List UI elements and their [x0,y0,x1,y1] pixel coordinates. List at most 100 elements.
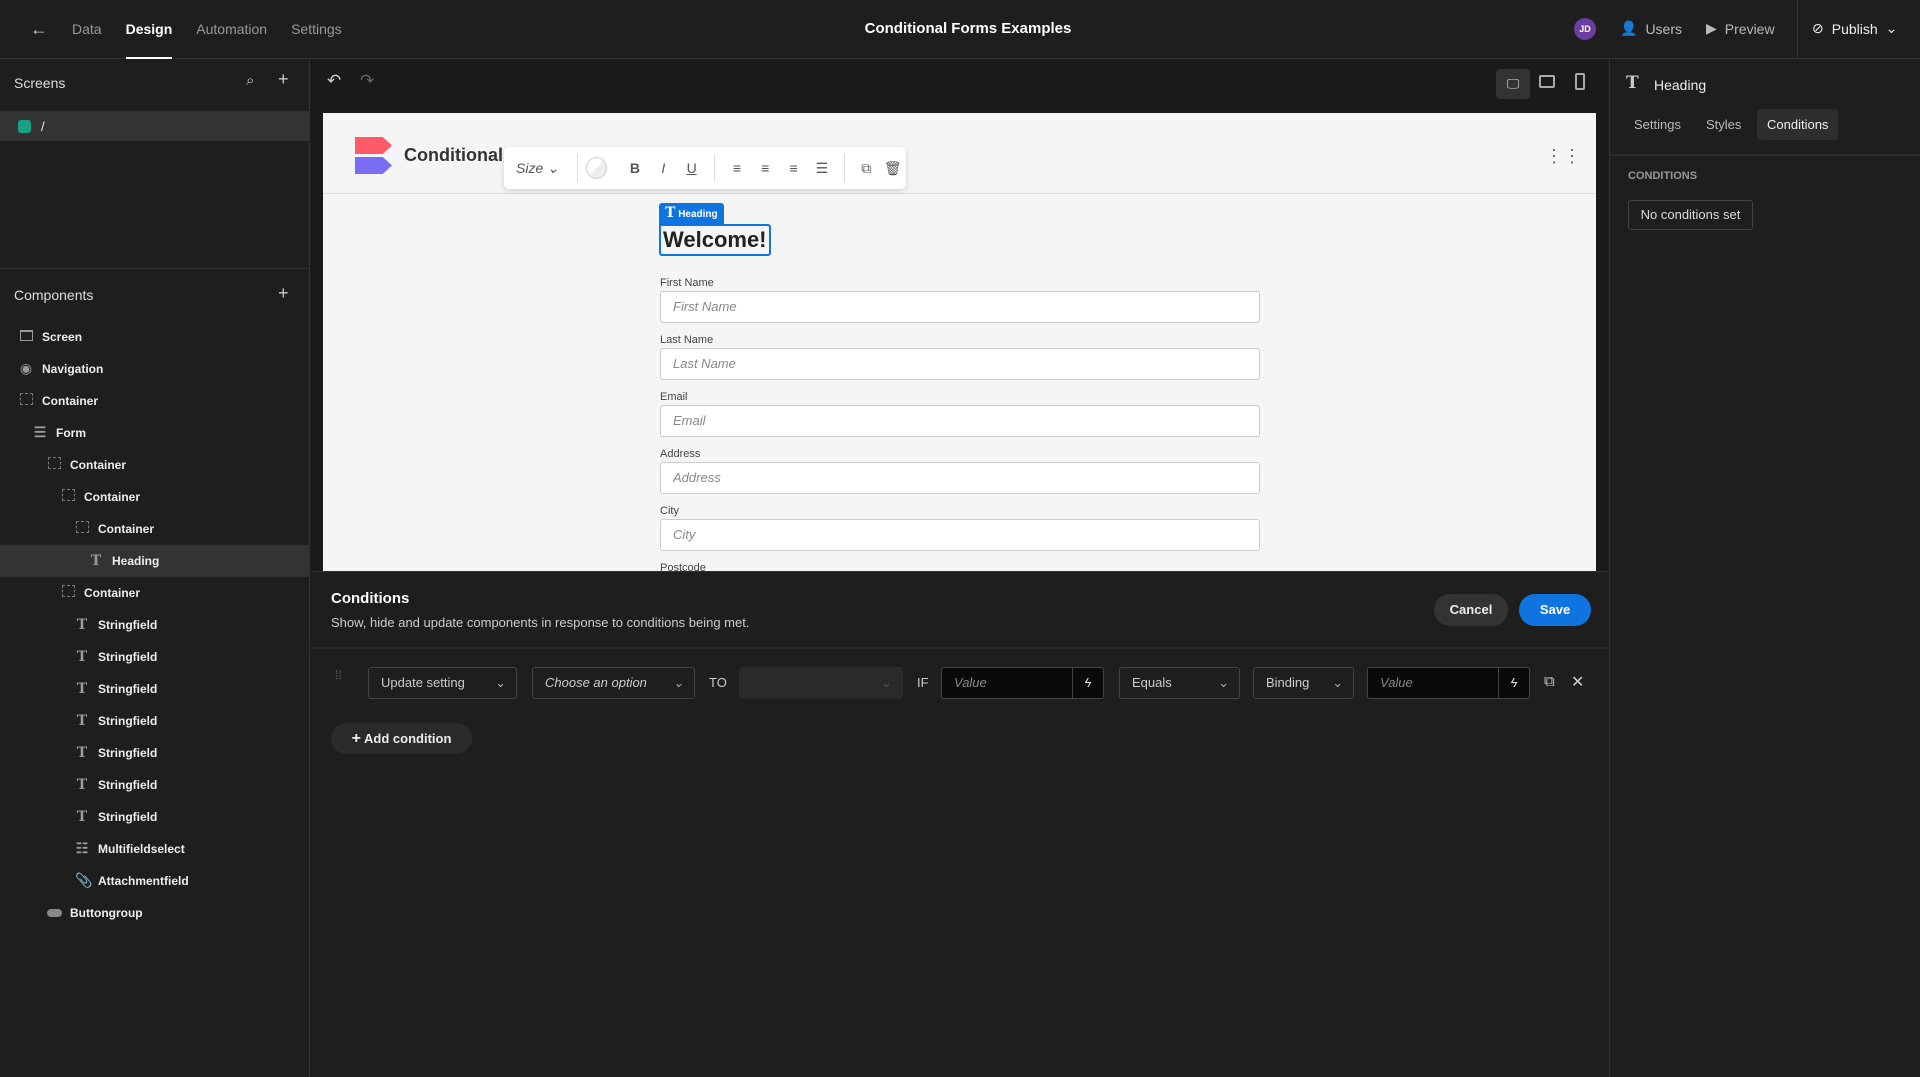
conditions-section-label: CONDITIONS [1628,170,1698,182]
tree-item[interactable]: ☷ Multifieldselect [0,833,309,865]
tree-item[interactable]: T Heading [0,545,309,577]
tab-conditions[interactable]: Conditions [1757,109,1839,140]
text-input[interactable]: City [660,519,1260,551]
setting-select[interactable]: Choose an option ⌄ [532,667,695,699]
chevron-down-icon: ⌄ [495,675,506,690]
no-conditions-button[interactable]: No conditions set [1628,200,1753,230]
italic-button[interactable]: I [649,160,677,176]
play-icon: ▶ [1706,20,1717,36]
text-input[interactable]: Last Name [660,348,1260,380]
desktop-view-icon[interactable]: 🖵 [1496,69,1530,99]
tree-item[interactable]: T Stringfield [0,801,309,833]
users-button[interactable]: 👤 Users [1620,20,1682,37]
publish-button[interactable]: ⊘ Publish ⌄ [1812,20,1897,37]
action-select[interactable]: Update setting ⌄ [368,667,517,699]
mobile-view-icon[interactable] [1575,73,1585,90]
redo-icon[interactable]: ↷ [360,71,374,91]
tree-item[interactable]: ◉ Navigation [0,353,309,385]
avatar[interactable]: JD [1574,18,1596,40]
bold-button[interactable]: B [621,160,649,176]
operator-select[interactable]: Equals ⌄ [1119,667,1240,699]
heading-welcome[interactable]: Welcome! [659,224,771,256]
duplicate-condition-icon[interactable]: ⧉ [1544,673,1555,690]
type-select[interactable]: Binding ⌄ [1253,667,1354,699]
tree-item[interactable]: 📎 Attachmentfield [0,865,309,897]
conditions-subtitle: Show, hide and update components in resp… [331,615,750,630]
value-input[interactable]: Value ϟ [941,667,1104,699]
top-bar: ← Data Design Automation Settings Condit… [0,0,1920,59]
left-sidebar: Screens ⌕ + / Components + Screen ◉ Naviga… [0,59,310,1077]
tree-item[interactable]: Container [0,481,309,513]
color-picker[interactable] [585,157,607,179]
drag-handle-icon[interactable]: ⁞⁞ [335,669,342,681]
undo-icon[interactable]: ↶ [327,71,341,91]
conditions-panel: Conditions Show, hide and update compone… [311,571,1608,1077]
chevron-down-icon: ⌄ [881,675,892,690]
text-icon: T [76,649,88,665]
text-icon: T [76,681,88,697]
duplicate-icon[interactable]: ⧉ [853,160,879,177]
compare-value-input[interactable]: Value ϟ [1367,667,1530,699]
text-input[interactable]: Email [660,405,1260,437]
tree-item[interactable]: Container [0,513,309,545]
tree-item[interactable]: Buttongroup [0,897,309,929]
text-icon: T [76,777,88,793]
field-label: Email [660,391,688,403]
form-icon: ☰ [33,425,47,441]
field-label: First Name [660,277,714,289]
to-value-select[interactable]: ⌄ [739,667,903,699]
underline-button[interactable]: U [677,160,705,176]
cancel-button[interactable]: Cancel [1434,594,1508,626]
screen-icon [19,329,33,345]
add-component-icon[interactable]: + [278,283,289,304]
field-label: Address [660,448,701,460]
delete-icon[interactable]: 🗑 [880,160,906,177]
screen-item[interactable]: / [0,111,309,141]
align-right-icon[interactable]: ≡ [779,160,807,176]
text-toolbar: Size ⌄ B I U ≡ ≡ ≡ ☰ ⧉ 🗑 [504,147,906,189]
tree-item[interactable]: T Stringfield [0,673,309,705]
align-left-icon[interactable]: ≡ [723,160,751,176]
tree-item[interactable]: T Stringfield [0,769,309,801]
tree-item[interactable]: Screen [0,321,309,353]
tree-item[interactable]: T Stringfield [0,609,309,641]
tab-styles[interactable]: Styles [1706,117,1741,132]
align-justify-icon[interactable]: ☰ [808,160,836,177]
conditions-title: Conditions [331,590,410,607]
if-label: IF [917,675,929,690]
tab-settings-panel[interactable]: Settings [1634,117,1681,132]
chevron-down-icon: ⌄ [1218,675,1229,690]
tree-item[interactable]: ☰ Form [0,417,309,449]
search-icon[interactable]: ⌕ [246,72,254,89]
tree-item[interactable]: T Stringfield [0,737,309,769]
align-center-icon[interactable]: ≡ [751,160,779,176]
add-condition-button[interactable]: + Add condition [331,723,472,754]
tree-item[interactable]: Container [0,385,309,417]
text-icon: T [76,617,88,633]
add-screen-icon[interactable]: + [278,69,289,90]
close-icon[interactable]: ✕ [1571,672,1584,692]
right-panel: T Heading Settings Styles Conditions CON… [1609,59,1920,1077]
tree-item[interactable]: Container [0,577,309,609]
text-icon: T [76,809,88,825]
chevron-down-icon: ⌄ [1885,20,1898,36]
text-input[interactable]: Address [660,462,1260,494]
tree-item[interactable]: Container [0,449,309,481]
text-icon: T [1626,73,1639,93]
text-input[interactable]: First Name [660,291,1260,323]
screen-color-dot [18,119,31,133]
tree-item[interactable]: T Stringfield [0,705,309,737]
text-icon: T [665,205,676,221]
container-icon [75,521,89,537]
tree-item[interactable]: T Stringfield [0,641,309,673]
tablet-view-icon[interactable] [1539,75,1555,88]
eye-icon: ◉ [19,361,33,377]
save-button[interactable]: Save [1519,594,1591,626]
publish-icon: ⊘ [1812,20,1824,36]
preview-button[interactable]: ▶ Preview [1706,20,1775,37]
user-icon: 👤 [1620,20,1638,36]
field-label: Postcode [660,562,706,571]
grid-menu-icon[interactable]: ⋮⋮ [1545,146,1581,167]
button-icon [47,905,62,921]
size-dropdown[interactable]: Size ⌄ [516,160,569,177]
